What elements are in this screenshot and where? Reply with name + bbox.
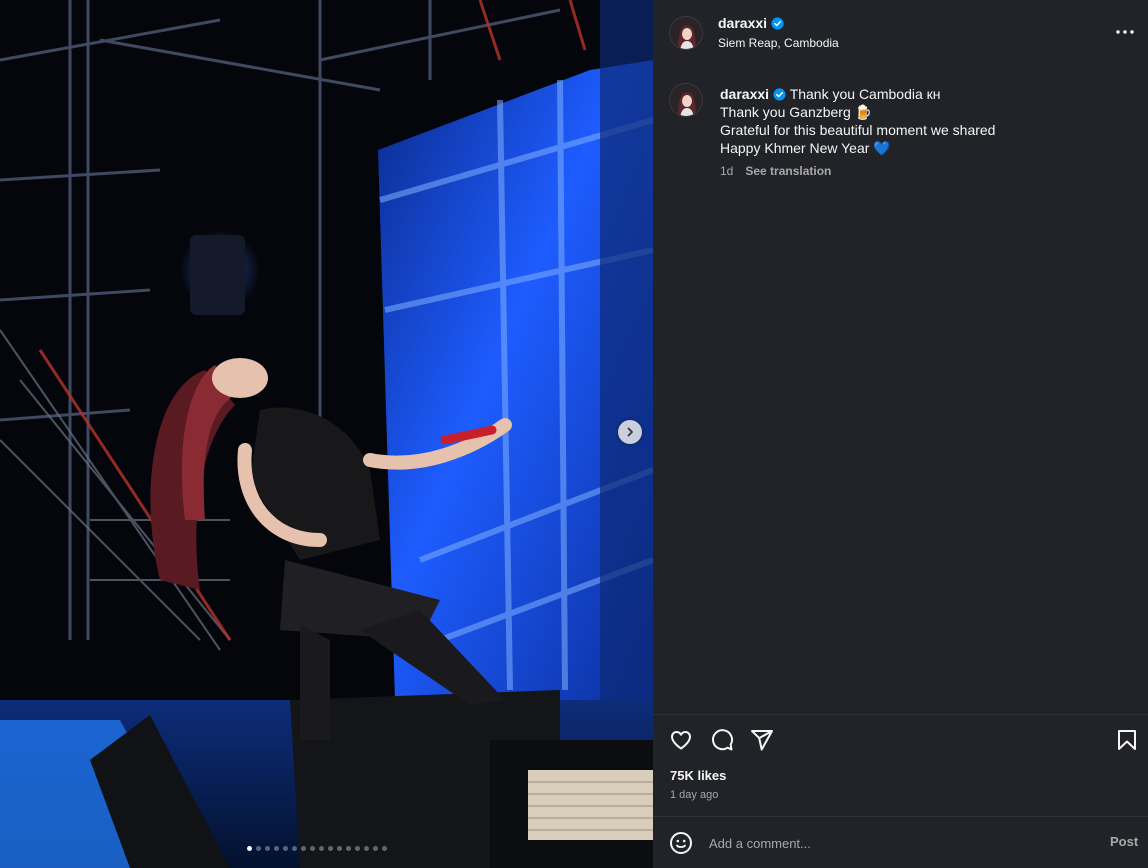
action-bar [653,714,1148,762]
heart-icon[interactable] [669,728,693,752]
carousel-dot [337,846,342,851]
caption-avatar[interactable] [669,83,703,117]
carousel-dot [382,846,387,851]
caption-text: Happy Khmer New Year 💙 [720,140,891,156]
carousel-indicator [247,846,387,851]
caption-username[interactable]: daraxxi [720,86,769,102]
carousel-dot [346,846,351,851]
caption-text: Thank you Ganzberg 🍺 [720,104,873,120]
caption-meta: 1d See translation [720,164,831,178]
carousel-dot [355,846,360,851]
share-icon[interactable] [750,728,774,752]
carousel-dot [292,846,297,851]
carousel-dot [274,846,279,851]
avatar-image [670,84,702,116]
post-caption: daraxxi Thank you Cambodia кн Thank you … [720,85,1120,157]
header-username[interactable]: daraxxi [718,15,767,31]
post-comment-button[interactable]: Post [1110,834,1138,849]
next-slide-button[interactable] [618,420,642,444]
carousel-dot [283,846,288,851]
post-panel: daraxxi Siem Reap, Cambodia daraxxi Than… [653,0,1148,868]
carousel-dot [319,846,324,851]
concert-photo [0,0,653,868]
bookmark-icon[interactable] [1115,728,1139,752]
see-translation-link[interactable]: See translation [745,164,831,178]
carousel-dot [310,846,315,851]
carousel-dot [247,846,252,851]
like-count[interactable]: 75K likes [670,768,726,783]
chevron-right-icon [627,427,633,437]
avatar[interactable] [669,16,703,50]
verified-badge-icon [773,88,786,101]
carousel-dot [301,846,306,851]
caption-text: Thank you Cambodia кн [789,86,941,102]
post-media[interactable] [0,0,653,868]
caption-time[interactable]: 1d [720,164,733,178]
comment-input[interactable] [709,833,1079,853]
carousel-dot [256,846,261,851]
caption-line-1: daraxxi Thank you Cambodia кн [720,85,1120,103]
comment-bar: Post [653,816,1148,868]
carousel-dot [265,846,270,851]
more-horizontal-icon[interactable] [1115,22,1135,42]
post-location[interactable]: Siem Reap, Cambodia [718,36,839,50]
verified-badge-icon [771,17,784,30]
header-username-row: daraxxi [718,15,784,33]
carousel-dot [328,846,333,851]
post-timestamp[interactable]: 1 day ago [670,789,718,801]
avatar-image [670,17,702,49]
caption-text: Grateful for this beautiful moment we sh… [720,122,996,138]
carousel-dot [364,846,369,851]
post-header: daraxxi Siem Reap, Cambodia [653,0,1148,64]
comment-icon[interactable] [710,728,734,752]
emoji-icon[interactable] [669,831,693,855]
carousel-dot [373,846,378,851]
